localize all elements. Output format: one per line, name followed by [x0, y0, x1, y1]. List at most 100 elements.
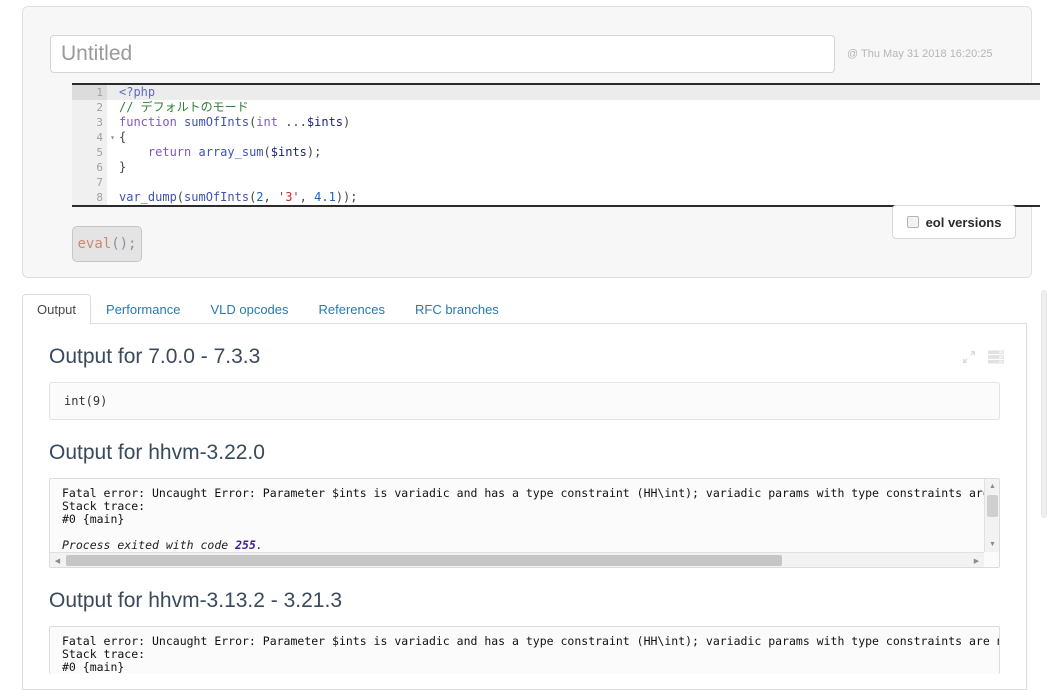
tab-performance[interactable]: Performance [91, 294, 195, 324]
code-line[interactable]: 4 ▾ { [72, 130, 1040, 145]
code-token: , [263, 190, 278, 204]
code-token: )); [335, 190, 358, 204]
page-scrollbar-thumb[interactable] [1041, 290, 1047, 518]
title-row: @ Thu May 31 2018 16:20:25 [50, 35, 1005, 73]
line-number: 2 [72, 100, 107, 115]
code-token: array_sum [198, 145, 264, 159]
output-section: Output for hhvm-3.22.0 Fatal error: Uncau… [23, 420, 1026, 568]
code-token: sumOfInts [184, 115, 250, 129]
code-token: // デフォルトのモード [119, 100, 249, 114]
code-token: } [119, 160, 127, 174]
code-line-text: // デフォルトのモード [107, 100, 1040, 115]
code-token: sumOfInts [184, 190, 250, 204]
expand-icon[interactable] [962, 350, 976, 369]
code-token: ( [263, 145, 271, 159]
console-horizontal-scrollbar[interactable]: ◀ ▶ [50, 552, 984, 567]
eol-versions-label: eol versions [925, 214, 1002, 230]
code-lines[interactable]: 1 <?php 2// デフォルトのモード 3 function sumOfInts(i… [72, 85, 1040, 205]
tab-vld-opcodes[interactable]: VLD opcodes [195, 294, 303, 324]
process-exit-suffix: . [255, 538, 263, 552]
code-token: 2 [256, 190, 264, 204]
output-panel: Output for 7.0.0 - 7.3.3 int(9) Output for… [22, 324, 1027, 690]
eol-versions-checkbox[interactable] [906, 216, 919, 228]
code-token: { [119, 130, 127, 144]
output-sections: Output for 7.0.0 - 7.3.3 int(9) Output for… [23, 324, 1026, 674]
process-exit-code: 255 [235, 538, 256, 552]
output-console-text: Fatal error: Uncaught Error: Parameter $… [62, 634, 999, 674]
line-number: 3 [72, 115, 107, 130]
code-editor[interactable]: 1 <?php 2// デフォルトのモード 3 function sumOfInts(i… [72, 83, 1040, 207]
code-token: function [119, 115, 177, 129]
editor-panel: @ Thu May 31 2018 16:20:25 1 <?php 2 // デフォ… [22, 6, 1040, 278]
code-line[interactable]: 5 return array_sum($ints); [72, 145, 1040, 160]
line-number: 6 [72, 160, 107, 175]
line-number: 4 ▾ [72, 130, 115, 145]
app-root: @ Thu May 31 2018 16:20:25 1 <?php 2 // デフォ… [0, 0, 1049, 690]
code-line[interactable]: 1 <?php [72, 85, 1040, 100]
code-line[interactable]: 3 function sumOfInts(int ...$ints) [72, 115, 1040, 130]
line-number: 7 [72, 175, 107, 190]
output-body: int(9) [49, 382, 1000, 420]
list-icon[interactable] [988, 350, 1004, 369]
output-console[interactable]: Fatal error: Uncaught Error: Parameter $… [49, 626, 1000, 674]
code-line[interactable]: 2 // デフォルトのモード [72, 100, 1040, 115]
code-token: 4.1 [314, 190, 336, 204]
process-exit-line: Process exited with code 255. [62, 538, 987, 552]
snippet-timestamp: @ Thu May 31 2018 16:20:25 [847, 48, 993, 60]
code-token: ) [343, 115, 351, 129]
code-line-text: <?php [107, 85, 1040, 100]
code-token: var_dump [119, 190, 177, 204]
line-number: 8 [72, 190, 107, 205]
code-token: , [299, 190, 315, 204]
code-line[interactable]: 8 var_dump(sumOfInts(2, '3', 4.1)); [72, 190, 1040, 205]
process-exit-prefix: Process exited with code [62, 538, 236, 552]
output-heading: Output for hhvm-3.13.2 - 3.21.3 [49, 589, 342, 612]
output-heading: Output for 7.0.0 - 7.3.3 [49, 345, 261, 368]
code-token: ... [277, 115, 307, 129]
output-heading: Output for hhvm-3.22.0 [49, 441, 265, 464]
eval-button-name: eval [77, 236, 112, 252]
tab-output[interactable]: Output [22, 294, 92, 324]
scroll-down-arrow-icon[interactable]: ▼ [985, 537, 999, 552]
eol-versions-toggle[interactable]: eol versions [892, 205, 1016, 239]
tab-rfc-branches[interactable]: RFC branches [400, 294, 514, 324]
page-scrollbar[interactable] [1039, 282, 1049, 690]
scroll-right-arrow-icon[interactable]: ▶ [969, 553, 984, 567]
code-token: return [147, 145, 192, 159]
code-token: '3' [277, 190, 300, 204]
code-token: $ints [306, 115, 344, 129]
scroll-left-arrow-icon[interactable]: ◀ [50, 553, 65, 567]
output-section: Output for 7.0.0 - 7.3.3 int(9) [23, 324, 1026, 420]
line-number: 5 [72, 145, 107, 160]
vertical-scrollbar-thumb[interactable] [987, 495, 998, 517]
code-token: int [256, 115, 278, 129]
line-number: 1 [72, 85, 107, 100]
code-token: ); [306, 145, 322, 159]
snippet-title-input[interactable] [50, 35, 835, 73]
code-line-text: return array_sum($ints); [107, 145, 1040, 160]
code-line-text: var_dump(sumOfInts(2, '3', 4.1)); [107, 190, 1040, 205]
code-line[interactable]: 7 [72, 175, 1040, 190]
code-line-text: function sumOfInts(int ...$ints) [107, 115, 1040, 130]
code-line-text: { [107, 130, 1040, 145]
eval-button[interactable]: eval (); [72, 226, 142, 262]
horizontal-scrollbar-thumb[interactable] [66, 555, 782, 566]
code-token: $ints [270, 145, 307, 159]
console-vertical-scrollbar[interactable]: ▲ ▼ [984, 479, 999, 552]
fold-arrow-icon[interactable]: ▾ [105, 130, 115, 145]
tab-references[interactable]: References [304, 294, 400, 324]
output-console[interactable]: Fatal error: Uncaught Error: Parameter $… [49, 478, 1000, 568]
code-token: <?php [119, 85, 156, 99]
scroll-up-arrow-icon[interactable]: ▲ [985, 479, 999, 494]
output-console-text: Fatal error: Uncaught Error: Parameter $… [62, 486, 999, 552]
eval-button-parens: (); [111, 236, 137, 252]
output-section: Output for hhvm-3.13.2 - 3.21.3 Fatal err… [23, 568, 1026, 674]
code-line-text: } [107, 160, 1040, 175]
result-tabs[interactable]: Output Performance VLD opcodes References RF… [22, 294, 1027, 324]
output-header-icons [962, 350, 1004, 369]
code-token: ( [176, 190, 185, 204]
code-line[interactable]: 6} [72, 160, 1040, 175]
code-line-text [107, 175, 1040, 190]
